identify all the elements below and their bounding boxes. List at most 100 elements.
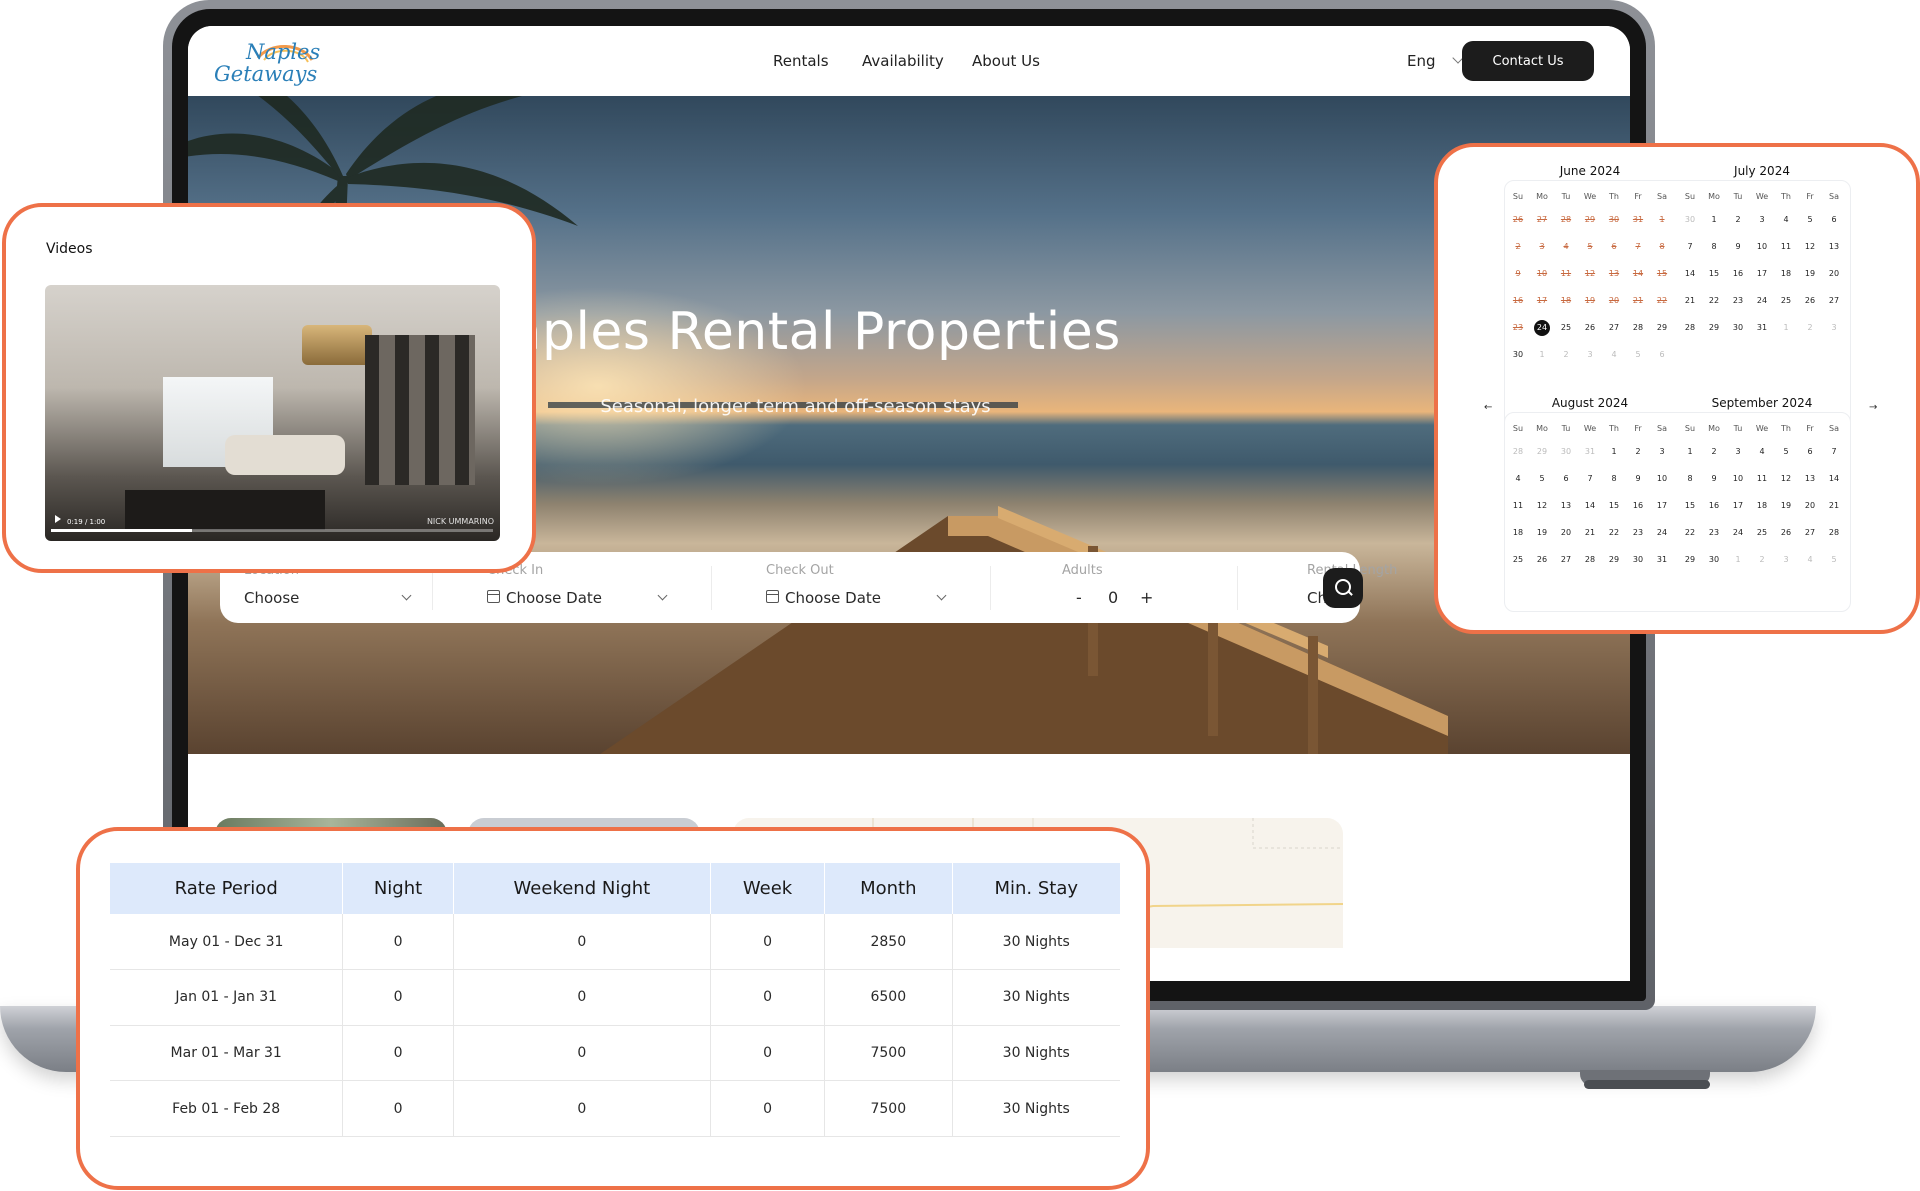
calendar-day[interactable]: 12 (1799, 239, 1821, 255)
search-button[interactable] (1323, 568, 1363, 608)
calendar-day[interactable]: 9 (1727, 239, 1749, 255)
calendar-day[interactable]: 10 (1727, 471, 1749, 487)
calendar-day[interactable]: 2 (1799, 320, 1821, 336)
calendar-day[interactable]: 30 (1727, 320, 1749, 336)
calendar-day[interactable]: 7 (1579, 471, 1601, 487)
calendar-day[interactable]: 25 (1775, 293, 1797, 309)
calendar-day[interactable]: 30 (1679, 212, 1701, 228)
calendar-day[interactable]: 25 (1751, 525, 1773, 541)
calendar-day[interactable]: 16 (1627, 498, 1649, 514)
calendar-day[interactable]: 25 (1507, 552, 1529, 568)
calendar-day[interactable]: 2 (1703, 444, 1725, 460)
calendar-day[interactable]: 4 (1507, 471, 1529, 487)
calendar-day[interactable]: 5 (1799, 212, 1821, 228)
calendar-day[interactable]: 23 (1703, 525, 1725, 541)
calendar-day[interactable]: 6 (1651, 347, 1673, 363)
calendar-day[interactable]: 4 (1799, 552, 1821, 568)
calendar-day[interactable]: 6 (1555, 471, 1577, 487)
calendar-day[interactable]: 31 (1627, 212, 1649, 228)
calendar-day[interactable]: 2 (1727, 212, 1749, 228)
calendar-day[interactable]: 25 (1555, 320, 1577, 336)
next-month-arrow[interactable]: → (1869, 402, 1877, 413)
calendar-day[interactable]: 22 (1651, 293, 1673, 309)
calendar-day[interactable]: 23 (1627, 525, 1649, 541)
calendar-day[interactable]: 20 (1823, 266, 1845, 282)
contact-us-button[interactable]: Contact Us (1462, 41, 1594, 81)
calendar-day[interactable]: 18 (1507, 525, 1529, 541)
calendar-day[interactable]: 30 (1555, 444, 1577, 460)
calendar-day[interactable]: 6 (1823, 212, 1845, 228)
calendar-day[interactable]: 27 (1799, 525, 1821, 541)
calendar-day[interactable]: 30 (1627, 552, 1649, 568)
calendar-day[interactable]: 13 (1555, 498, 1577, 514)
calendar-day[interactable]: 27 (1531, 212, 1553, 228)
calendar-day[interactable]: 30 (1507, 347, 1529, 363)
calendar-day[interactable]: 23 (1727, 293, 1749, 309)
calendar-day[interactable]: 2 (1627, 444, 1649, 460)
calendar-day[interactable]: 29 (1651, 320, 1673, 336)
calendar-day[interactable]: 9 (1703, 471, 1725, 487)
calendar-day[interactable]: 11 (1507, 498, 1529, 514)
calendar-day[interactable]: 1 (1679, 444, 1701, 460)
calendar-day[interactable]: 15 (1603, 498, 1625, 514)
calendar-day[interactable]: 14 (1627, 266, 1649, 282)
calendar-day[interactable]: 10 (1651, 471, 1673, 487)
calendar-day[interactable]: 22 (1679, 525, 1701, 541)
calendar-day[interactable]: 16 (1703, 498, 1725, 514)
calendar-day[interactable]: 7 (1679, 239, 1701, 255)
calendar-day[interactable]: 30 (1703, 552, 1725, 568)
calendar-day[interactable]: 7 (1823, 444, 1845, 460)
calendar-day[interactable]: 14 (1823, 471, 1845, 487)
calendar-day[interactable]: 17 (1531, 293, 1553, 309)
play-icon[interactable] (55, 515, 61, 523)
video-progress-bar[interactable] (51, 529, 493, 532)
calendar-day[interactable]: 29 (1679, 552, 1701, 568)
calendar-day[interactable]: 29 (1579, 212, 1601, 228)
calendar-day[interactable]: 20 (1555, 525, 1577, 541)
calendar-day[interactable]: 31 (1579, 444, 1601, 460)
calendar-day[interactable]: 12 (1775, 471, 1797, 487)
prev-month-arrow[interactable]: ← (1484, 402, 1492, 413)
calendar-day[interactable]: 8 (1651, 239, 1673, 255)
calendar-day[interactable]: 5 (1775, 444, 1797, 460)
calendar-day[interactable]: 28 (1579, 552, 1601, 568)
calendar-day[interactable]: 29 (1603, 552, 1625, 568)
calendar-day[interactable]: 11 (1775, 239, 1797, 255)
calendar-day[interactable]: 1 (1775, 320, 1797, 336)
calendar-day[interactable]: 14 (1579, 498, 1601, 514)
calendar-day[interactable]: 18 (1775, 266, 1797, 282)
calendar-day[interactable]: 2 (1507, 239, 1529, 255)
calendar-day[interactable]: 1 (1531, 347, 1553, 363)
calendar-day[interactable]: 8 (1703, 239, 1725, 255)
calendar-day[interactable]: 13 (1603, 266, 1625, 282)
calendar-day[interactable]: 19 (1775, 498, 1797, 514)
calendar-day[interactable]: 13 (1823, 239, 1845, 255)
calendar-day[interactable]: 19 (1799, 266, 1821, 282)
calendar-day[interactable]: 10 (1751, 239, 1773, 255)
calendar-day[interactable]: 9 (1507, 266, 1529, 282)
calendar-day[interactable]: 28 (1507, 444, 1529, 460)
nav-about-us[interactable]: About Us (972, 52, 1040, 70)
calendar-day[interactable]: 21 (1823, 498, 1845, 514)
calendar-day[interactable]: 18 (1751, 498, 1773, 514)
calendar-day[interactable]: 24 (1751, 293, 1773, 309)
language-select[interactable]: Eng (1407, 52, 1436, 70)
calendar-day[interactable]: 26 (1507, 212, 1529, 228)
calendar-day[interactable]: 19 (1531, 525, 1553, 541)
nav-availability[interactable]: Availability (862, 52, 944, 70)
calendar-day[interactable]: 17 (1651, 498, 1673, 514)
calendar-day[interactable]: 26 (1775, 525, 1797, 541)
calendar-day[interactable]: 21 (1579, 525, 1601, 541)
calendar-day[interactable]: 2 (1751, 552, 1773, 568)
calendar-day[interactable]: 11 (1751, 471, 1773, 487)
calendar-day[interactable]: 21 (1679, 293, 1701, 309)
calendar-day[interactable]: 21 (1627, 293, 1649, 309)
calendar-day[interactable]: 11 (1555, 266, 1577, 282)
calendar-day[interactable]: 8 (1603, 471, 1625, 487)
calendar-day[interactable]: 5 (1579, 239, 1601, 255)
calendar-day[interactable]: 27 (1555, 552, 1577, 568)
calendar-day[interactable]: 22 (1703, 293, 1725, 309)
calendar-day[interactable]: 4 (1751, 444, 1773, 460)
calendar-day[interactable]: 1 (1703, 212, 1725, 228)
calendar-day[interactable]: 29 (1703, 320, 1725, 336)
